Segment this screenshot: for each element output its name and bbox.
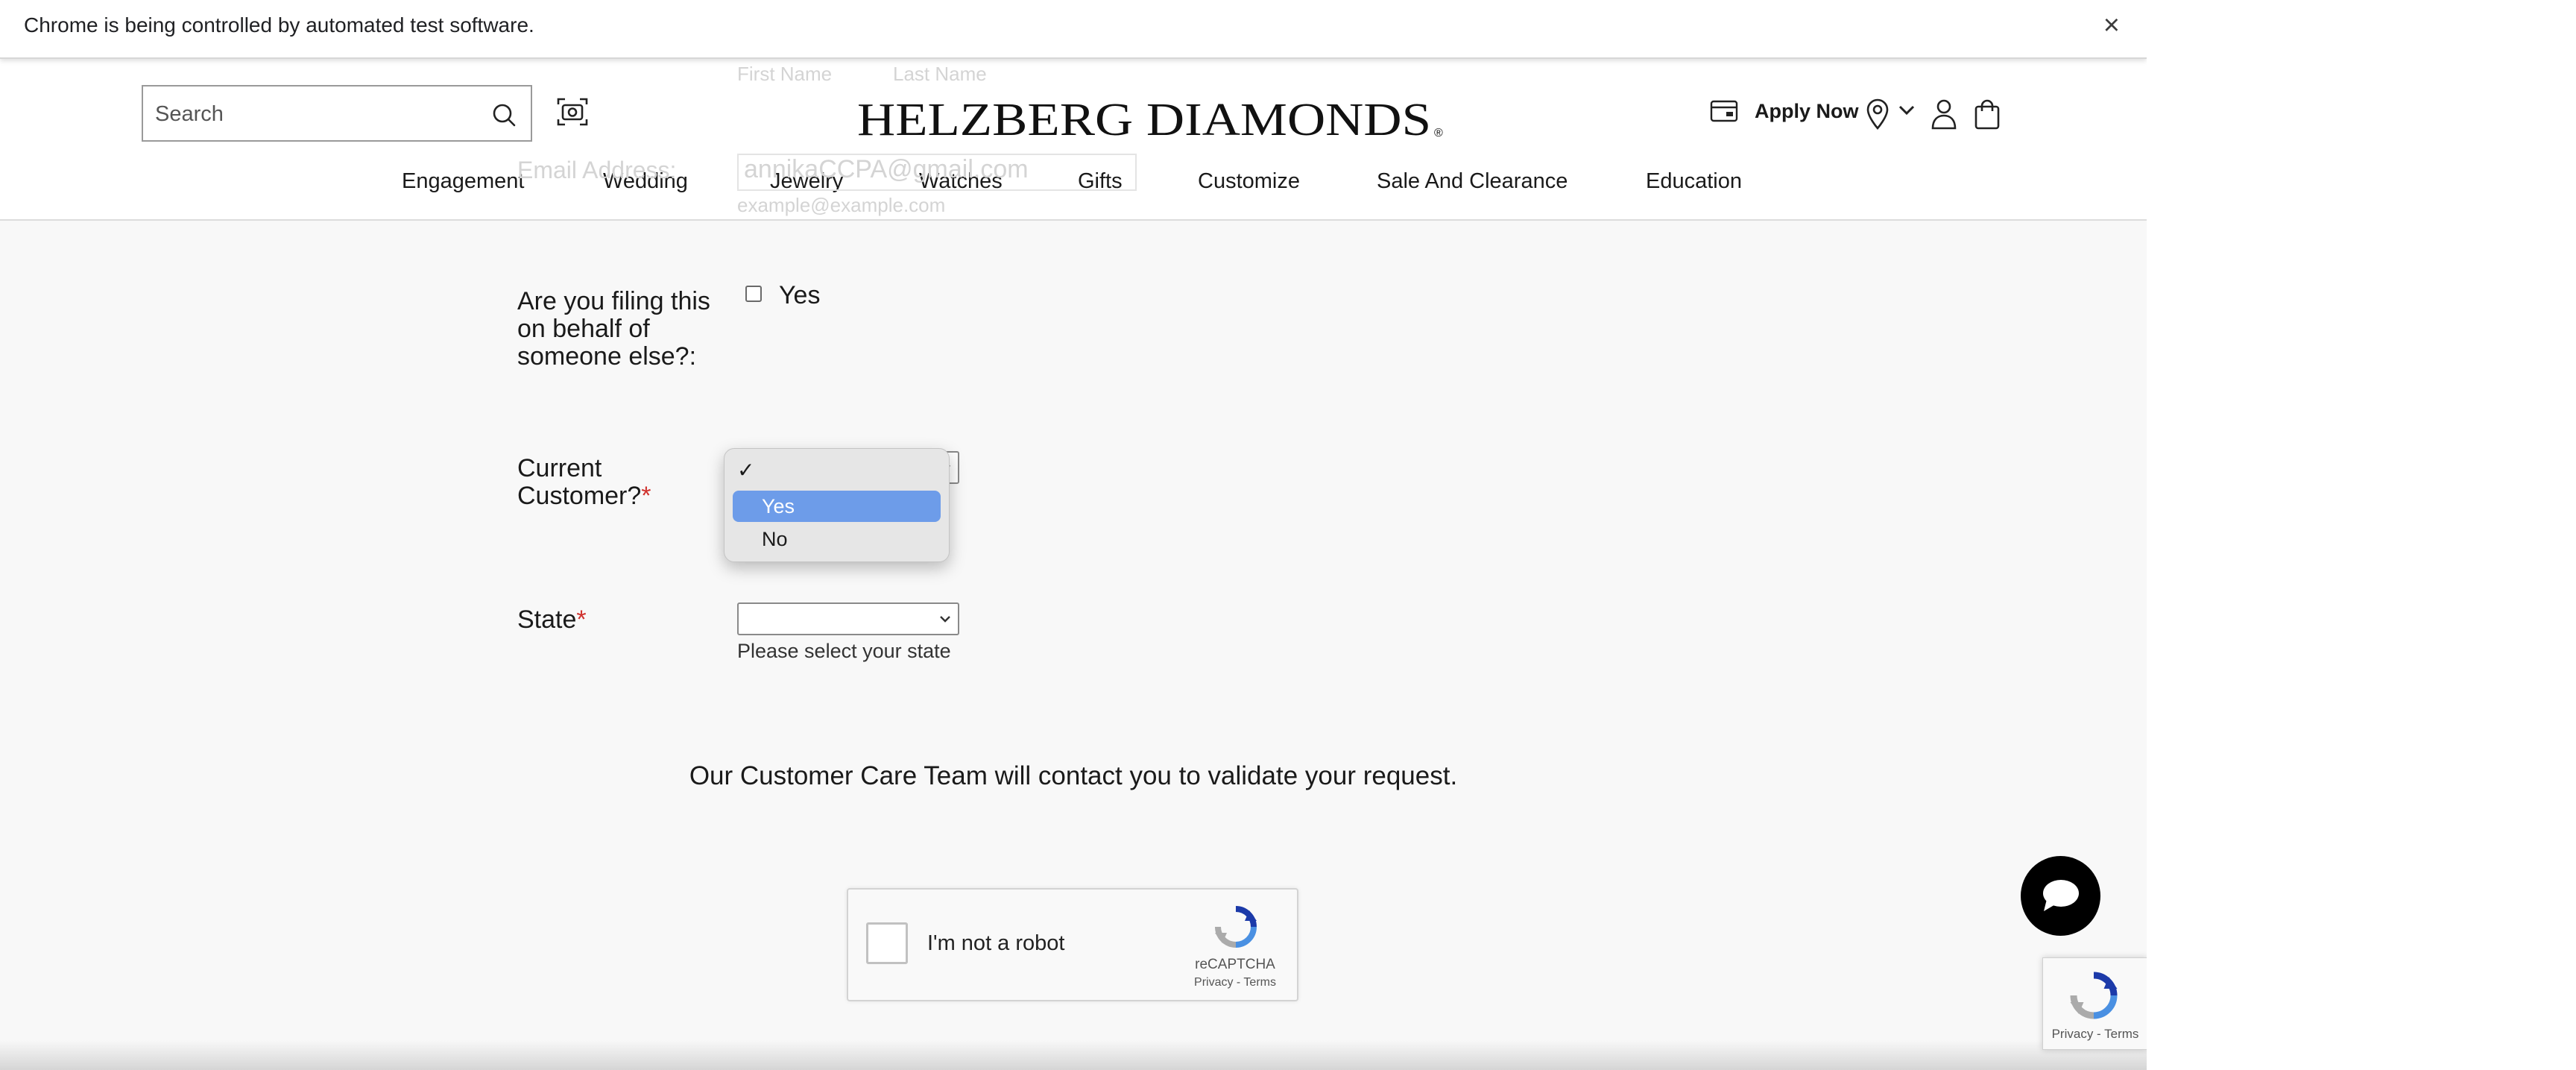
recaptcha-terms-link[interactable]: Privacy - Terms [1185, 976, 1285, 989]
recaptcha-logo-icon [1215, 906, 1257, 948]
logo-registered-mark: ® [1434, 127, 1443, 139]
behalf-yes-label: Yes [779, 281, 821, 309]
recaptcha-widget: I'm not a robot reCAPTCHA Privacy - Term… [847, 888, 1298, 1001]
state-label: State* [517, 606, 587, 634]
dropdown-option-no[interactable]: No [733, 523, 941, 555]
chevron-down-icon[interactable] [1897, 104, 1916, 117]
apply-now-link[interactable]: Apply Now [1755, 100, 1859, 123]
logo-text: HELZBERG DIAMONDS [857, 95, 1431, 145]
recaptcha-brand: reCAPTCHA [1195, 957, 1275, 972]
state-text: State [517, 605, 577, 634]
first-name-hint: First Name [737, 63, 833, 85]
location-pin-icon[interactable] [1865, 96, 1890, 132]
chevron-down-icon [940, 616, 950, 623]
dropdown-option-yes[interactable]: Yes [733, 491, 941, 522]
required-mark: * [641, 482, 651, 510]
shopping-bag-icon[interactable] [1974, 96, 2001, 132]
customer-care-message: Our Customer Care Team will contact you … [689, 761, 1458, 790]
helzberg-logo[interactable]: HELZBERG DIAMONDS ® [857, 89, 1453, 147]
recaptcha-checkbox[interactable] [866, 922, 908, 964]
current-customer-dropdown: ✓ Yes No [724, 448, 950, 562]
search-input[interactable] [154, 92, 477, 136]
infobar-message: Chrome is being controlled by automated … [24, 13, 534, 37]
behalf-question-label: Are you filing this on behalf of someone… [517, 287, 710, 371]
search-icon[interactable] [490, 101, 517, 128]
chat-button[interactable] [2021, 856, 2100, 936]
state-select[interactable] [737, 602, 959, 635]
blank-area [2147, 0, 2576, 1070]
email-label-hint: Email Address: [517, 157, 677, 183]
recaptcha-badge-terms-link[interactable]: Privacy - Terms [2043, 1027, 2147, 1042]
nav-sale-and-clearance[interactable]: Sale And Clearance [1377, 169, 1568, 194]
checkmark-icon: ✓ [737, 458, 755, 482]
state-helper-text: Please select your state [737, 640, 951, 662]
browser-viewport: Chrome is being controlled by automated … [0, 0, 2147, 1070]
behalf-yes-checkbox[interactable] [745, 286, 762, 302]
bottom-edge-shadow [0, 1040, 2147, 1070]
current-customer-label: Current Customer?* [517, 455, 666, 510]
automation-infobar: Chrome is being controlled by automated … [0, 0, 2147, 59]
email-value-hint: annikaCCPA@gmail.com [744, 155, 1029, 183]
current-customer-text: Current Customer? [517, 454, 642, 510]
infobar-close-icon[interactable]: × [2103, 9, 2120, 42]
nav-education[interactable]: Education [1646, 169, 1742, 194]
search-box [142, 85, 532, 142]
recaptcha-logo-icon [2070, 972, 2118, 1019]
chat-bubble-icon [2043, 880, 2079, 911]
email-example-hint: example@example.com [737, 194, 946, 216]
site-header: HELZBERG DIAMONDS ® Apply Now Engagement [0, 59, 2147, 221]
nav-customize[interactable]: Customize [1198, 169, 1300, 194]
account-icon[interactable] [1931, 96, 1957, 132]
credit-card-icon[interactable] [1710, 98, 1738, 124]
recaptcha-label: I'm not a robot [927, 931, 1065, 955]
last-name-hint: Last Name [893, 63, 987, 85]
required-mark: * [576, 605, 587, 634]
nav-engagement[interactable]: Engagement [402, 169, 524, 194]
camera-search-icon[interactable] [555, 95, 590, 129]
recaptcha-badge: Privacy - Terms [2042, 957, 2147, 1050]
